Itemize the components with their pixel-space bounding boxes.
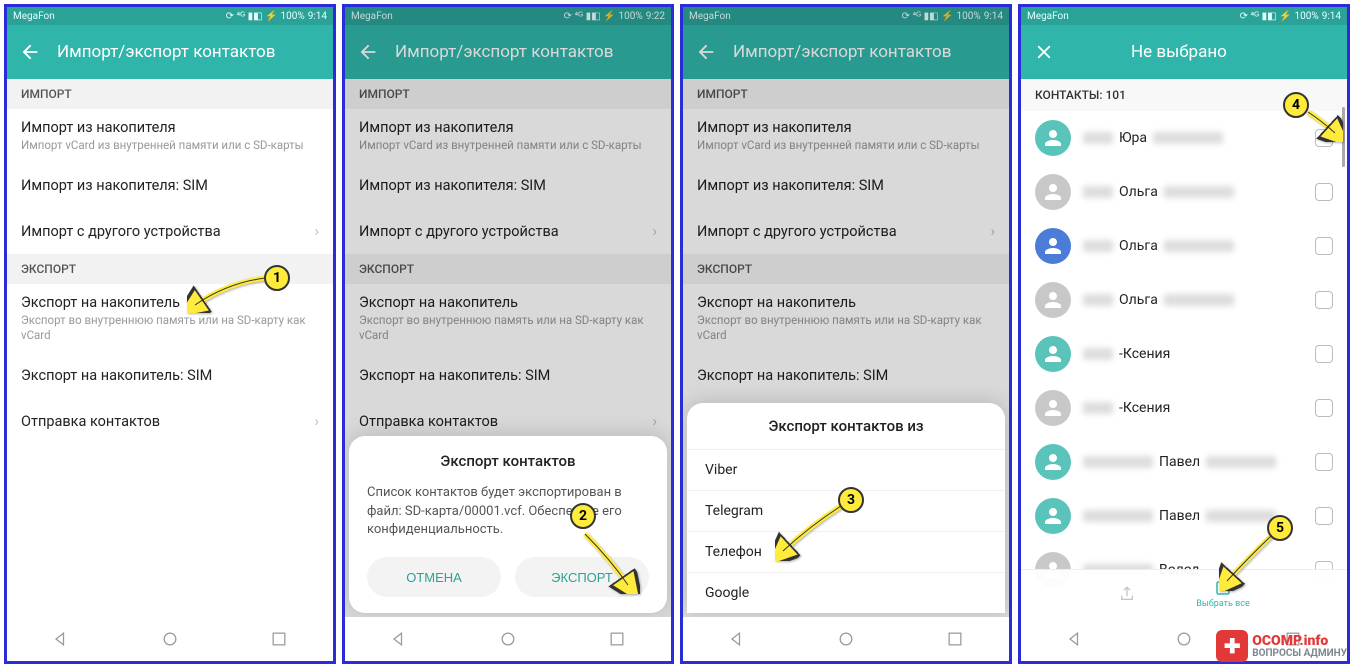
avatar [1035,174,1071,210]
carrier-label: MegaFon [13,11,55,22]
item-import-sim[interactable]: Импорт из накопителя: SIM [7,162,333,208]
screen-4: MegaFon ⟳ ⁴ᴳ ▮◧ ⚡ 100% 9:14 Не выбрано К… [1018,4,1350,664]
close-icon[interactable] [1033,41,1055,63]
nav-bar [345,617,671,661]
sheet-option-viber[interactable]: Viber [687,449,1005,490]
status-bar: MegaFon ⟳ ⁴ᴳ ▮◧ ⚡ 100% 9:14 [7,7,333,25]
chevron-right-icon: › [314,222,319,240]
watermark-icon: ✚ [1216,630,1248,662]
app-bar: Не выбрано [1021,25,1347,79]
nav-recent-icon[interactable] [607,629,627,649]
watermark: ✚ OCOMP.info ВОПРОСЫ АДМИНУ [1216,630,1347,662]
dialog-title: Экспорт контактов [367,452,649,470]
annotation-badge-2: 2 [570,503,596,529]
annotation-badge-4: 4 [1283,92,1309,118]
avatar [1035,282,1071,318]
avatar [1035,336,1071,372]
nav-back-icon[interactable] [51,629,71,649]
nav-bar [7,617,333,661]
contact-row[interactable]: Юра [1021,111,1347,165]
select-all-button[interactable]: Выбрать все [1196,579,1249,609]
nav-bar [683,617,1009,661]
page-title: Не выбрано [1131,42,1227,62]
screen-3: MegaFon ⟳ ⁴ᴳ ▮◧ ⚡ 100% 9:14 Импорт/экспо… [680,4,1012,664]
screen-2: MegaFon ⟳ ⁴ᴳ ▮◧ ⚡ 100% 9:22 Импорт/экспо… [342,4,674,664]
contact-row[interactable]: Ольга [1021,165,1347,219]
export-dialog: Экспорт контактов Список контактов будет… [349,436,667,613]
screen-1: MegaFon ⟳ ⁴ᴳ ▮◧ ⚡ 100% 9:14 Импорт/экспо… [4,4,336,664]
contact-row[interactable]: Ольга [1021,273,1347,327]
avatar [1035,390,1071,426]
checkbox[interactable] [1315,507,1333,525]
item-import-device[interactable]: Импорт с другого устройства› [7,208,333,254]
item-send-contacts[interactable]: Отправка контактов› [7,398,333,444]
app-bar: Импорт/экспорт контактов [7,25,333,79]
contact-row[interactable]: -Ксения [1021,327,1347,381]
avatar [1035,498,1071,534]
contact-row[interactable]: Павел [1021,489,1347,543]
share-icon[interactable] [1118,585,1136,603]
checkbox[interactable] [1315,453,1333,471]
nav-back-icon[interactable] [1065,629,1085,649]
page-title: Импорт/экспорт контактов [57,42,275,62]
checkbox[interactable] [1315,399,1333,417]
checkbox[interactable] [1315,183,1333,201]
nav-recent-icon[interactable] [269,629,289,649]
annotation-badge-1: 1 [264,265,290,291]
avatar [1035,228,1071,264]
avatar [1035,444,1071,480]
annotation-badge-3: 3 [838,487,864,513]
sheet-option-phone[interactable]: Телефон [687,531,1005,572]
watermark-text: OCOMP.info [1252,634,1347,648]
annotation-badge-5: 5 [1267,515,1293,541]
nav-back-icon[interactable] [727,629,747,649]
export-button[interactable]: ЭКСПОРТ [515,557,649,597]
nav-home-icon[interactable] [1174,629,1194,649]
section-import: ИМПОРТ [7,79,333,109]
item-export-storage[interactable]: Экспорт на накопитель Экспорт во внутрен… [7,284,333,352]
checkbox[interactable] [1315,291,1333,309]
contact-row[interactable]: -Ксения [1021,381,1347,435]
nav-recent-icon[interactable] [945,629,965,649]
sheet-title: Экспорт контактов из [687,403,1005,449]
nav-home-icon[interactable] [160,629,180,649]
contact-row[interactable]: Ольга [1021,219,1347,273]
item-export-sim[interactable]: Экспорт на накопитель: SIM [7,352,333,398]
nav-home-icon[interactable] [498,629,518,649]
nav-home-icon[interactable] [836,629,856,649]
bottom-action-bar: Выбрать все [1021,569,1347,617]
nav-back-icon[interactable] [389,629,409,649]
cancel-button[interactable]: ОТМЕНА [367,557,501,597]
checkbox[interactable] [1315,129,1333,147]
avatar [1035,120,1071,156]
contact-row[interactable]: Павел [1021,435,1347,489]
sheet-option-google[interactable]: Google [687,572,1005,613]
status-bar: MegaFon ⟳ ⁴ᴳ ▮◧ ⚡ 100% 9:14 [1021,7,1347,25]
back-icon[interactable] [19,41,41,63]
chevron-right-icon: › [314,412,319,430]
checkbox[interactable] [1315,237,1333,255]
watermark-subtext: ВОПРОСЫ АДМИНУ [1252,648,1347,659]
item-import-storage[interactable]: Импорт из накопителя Импорт vCard из вну… [7,109,333,162]
dialog-text: Список контактов будет экспортирован в ф… [367,484,649,539]
checkbox[interactable] [1315,345,1333,363]
status-icons: ⟳ ⁴ᴳ ▮◧ ⚡ 100% 9:14 [226,11,327,22]
